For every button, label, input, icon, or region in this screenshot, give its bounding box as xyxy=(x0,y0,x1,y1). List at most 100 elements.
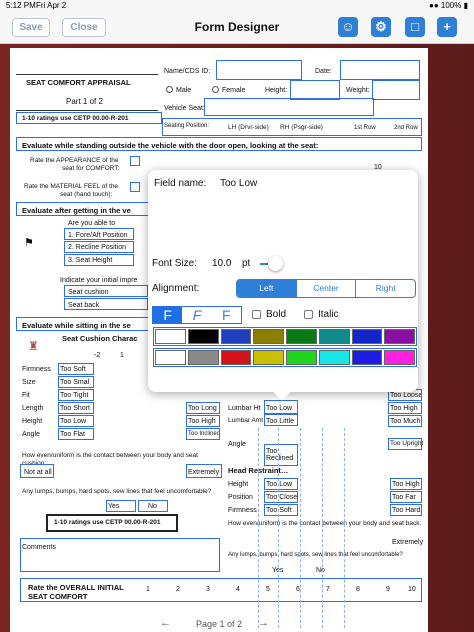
field-box[interactable] xyxy=(264,491,298,503)
add-icon[interactable]: + xyxy=(437,17,457,37)
close-button[interactable]: Close xyxy=(62,18,106,37)
field-box[interactable] xyxy=(388,402,422,414)
field-box[interactable] xyxy=(186,402,220,414)
field-box[interactable] xyxy=(58,402,94,414)
seating-position-field[interactable] xyxy=(162,118,422,136)
font-style-3-icon[interactable]: F xyxy=(212,307,241,323)
field-box[interactable] xyxy=(106,500,136,512)
person-icon[interactable]: ☺ xyxy=(338,17,358,37)
hr-firmness-label: Firmness xyxy=(228,507,257,514)
field-box[interactable] xyxy=(64,298,148,310)
color-top-swatch-4[interactable] xyxy=(286,329,317,344)
color-bottom-swatch-1[interactable] xyxy=(187,350,219,365)
color-bottom-swatch-3[interactable] xyxy=(253,350,284,365)
font-size-value[interactable]: 10.0 xyxy=(212,258,231,269)
save-button[interactable]: Save xyxy=(12,18,50,37)
hr-height-label: Height xyxy=(228,481,249,488)
color-top-swatch-1[interactable] xyxy=(187,329,219,344)
color-row-top xyxy=(153,327,417,346)
color-top-swatch-5[interactable] xyxy=(318,329,350,344)
comments-field[interactable] xyxy=(20,538,220,572)
align-left[interactable]: Left xyxy=(237,280,296,297)
field-box[interactable] xyxy=(16,317,152,331)
color-top-swatch-2[interactable] xyxy=(220,329,252,344)
bold-checkbox[interactable] xyxy=(252,310,261,319)
no-label-2: No xyxy=(316,567,325,574)
font-size-label: Font Size: xyxy=(152,258,198,269)
field-box[interactable] xyxy=(186,415,220,427)
font-size-slider-thumb[interactable] xyxy=(268,256,283,271)
page-title: Form Designer xyxy=(194,20,280,34)
color-bottom-swatch-0[interactable] xyxy=(155,350,186,365)
prev-page-icon[interactable]: ← xyxy=(160,618,171,629)
back-angle-label: Angle xyxy=(228,441,246,448)
field-box[interactable] xyxy=(16,112,162,124)
field-box[interactable] xyxy=(138,500,168,512)
color-bottom-swatch-2[interactable] xyxy=(220,350,252,365)
vehicle-seat-field[interactable] xyxy=(204,98,374,116)
gear-icon[interactable]: ⚙ xyxy=(371,17,391,37)
align-center[interactable]: Center xyxy=(295,280,356,297)
color-bottom-swatch-7[interactable] xyxy=(384,350,415,365)
field-box[interactable] xyxy=(264,414,298,426)
status-bar: 5:12 PM Fri Apr 2 ●● 100% ▮ xyxy=(0,0,474,12)
field-box[interactable] xyxy=(64,254,134,266)
field-box[interactable] xyxy=(390,491,422,503)
field-box[interactable] xyxy=(64,228,134,240)
font-style-1-icon[interactable]: F xyxy=(153,307,183,323)
field-box[interactable] xyxy=(64,241,134,253)
field-box[interactable] xyxy=(16,202,152,216)
color-top-swatch-3[interactable] xyxy=(253,329,284,344)
field-box[interactable] xyxy=(390,478,422,490)
field-box[interactable] xyxy=(58,428,94,440)
weight-field[interactable] xyxy=(372,80,420,100)
date-label: Date: xyxy=(315,68,332,75)
font-style-2-icon[interactable]: F xyxy=(182,307,211,323)
field-box[interactable] xyxy=(186,464,222,478)
color-top-swatch-0[interactable] xyxy=(155,329,186,344)
height-field[interactable] xyxy=(290,80,340,100)
field-box[interactable] xyxy=(186,428,220,440)
row-size: Size xyxy=(22,379,36,386)
female-radio[interactable] xyxy=(212,86,219,93)
name-field[interactable] xyxy=(216,60,302,80)
italic-checkbox[interactable] xyxy=(304,310,313,319)
next-page-icon[interactable]: → xyxy=(258,618,269,629)
male-radio[interactable] xyxy=(166,86,173,93)
field-box[interactable] xyxy=(388,438,422,450)
color-bottom-swatch-4[interactable] xyxy=(286,350,317,365)
field-box[interactable] xyxy=(58,415,94,427)
field-name-input[interactable]: Too Low xyxy=(220,178,257,189)
field-box[interactable] xyxy=(264,504,298,516)
overall-rating-field[interactable] xyxy=(20,578,422,602)
bold-label: Bold xyxy=(266,309,287,320)
field-box[interactable] xyxy=(58,389,94,401)
field-box[interactable] xyxy=(20,464,54,478)
extremely-label-2: Extremely xyxy=(392,539,424,546)
field-box[interactable] xyxy=(264,444,298,466)
field-box[interactable] xyxy=(16,137,422,151)
field-box[interactable] xyxy=(64,285,148,297)
color-bottom-swatch-6[interactable] xyxy=(351,350,383,365)
date-field[interactable] xyxy=(340,60,420,80)
material-label-2: seat (hand touch): xyxy=(60,191,113,198)
field-box[interactable] xyxy=(58,363,94,375)
overall-9: 9 xyxy=(386,586,390,593)
field-box[interactable] xyxy=(130,156,140,166)
field-box[interactable] xyxy=(390,504,422,516)
page-indicator: Page 1 of 2 xyxy=(196,619,243,629)
color-top-swatch-7[interactable] xyxy=(384,329,415,344)
field-box[interactable] xyxy=(58,376,94,388)
field-box[interactable] xyxy=(264,478,298,490)
selected-field[interactable] xyxy=(264,400,298,414)
divider xyxy=(16,110,158,111)
app-root: { "status":{"time":"5:12 PM","date":"Fri… xyxy=(0,0,474,632)
align-right[interactable]: Right xyxy=(355,280,415,297)
color-top-swatch-6[interactable] xyxy=(351,329,383,344)
field-box[interactable] xyxy=(130,182,140,192)
form-part: Part 1 of 2 xyxy=(66,97,103,106)
appearance-label-2: seat for COMFORT: xyxy=(62,165,120,172)
field-box[interactable] xyxy=(388,415,422,427)
document-icon[interactable]: □ xyxy=(405,17,425,37)
color-bottom-swatch-5[interactable] xyxy=(318,350,350,365)
